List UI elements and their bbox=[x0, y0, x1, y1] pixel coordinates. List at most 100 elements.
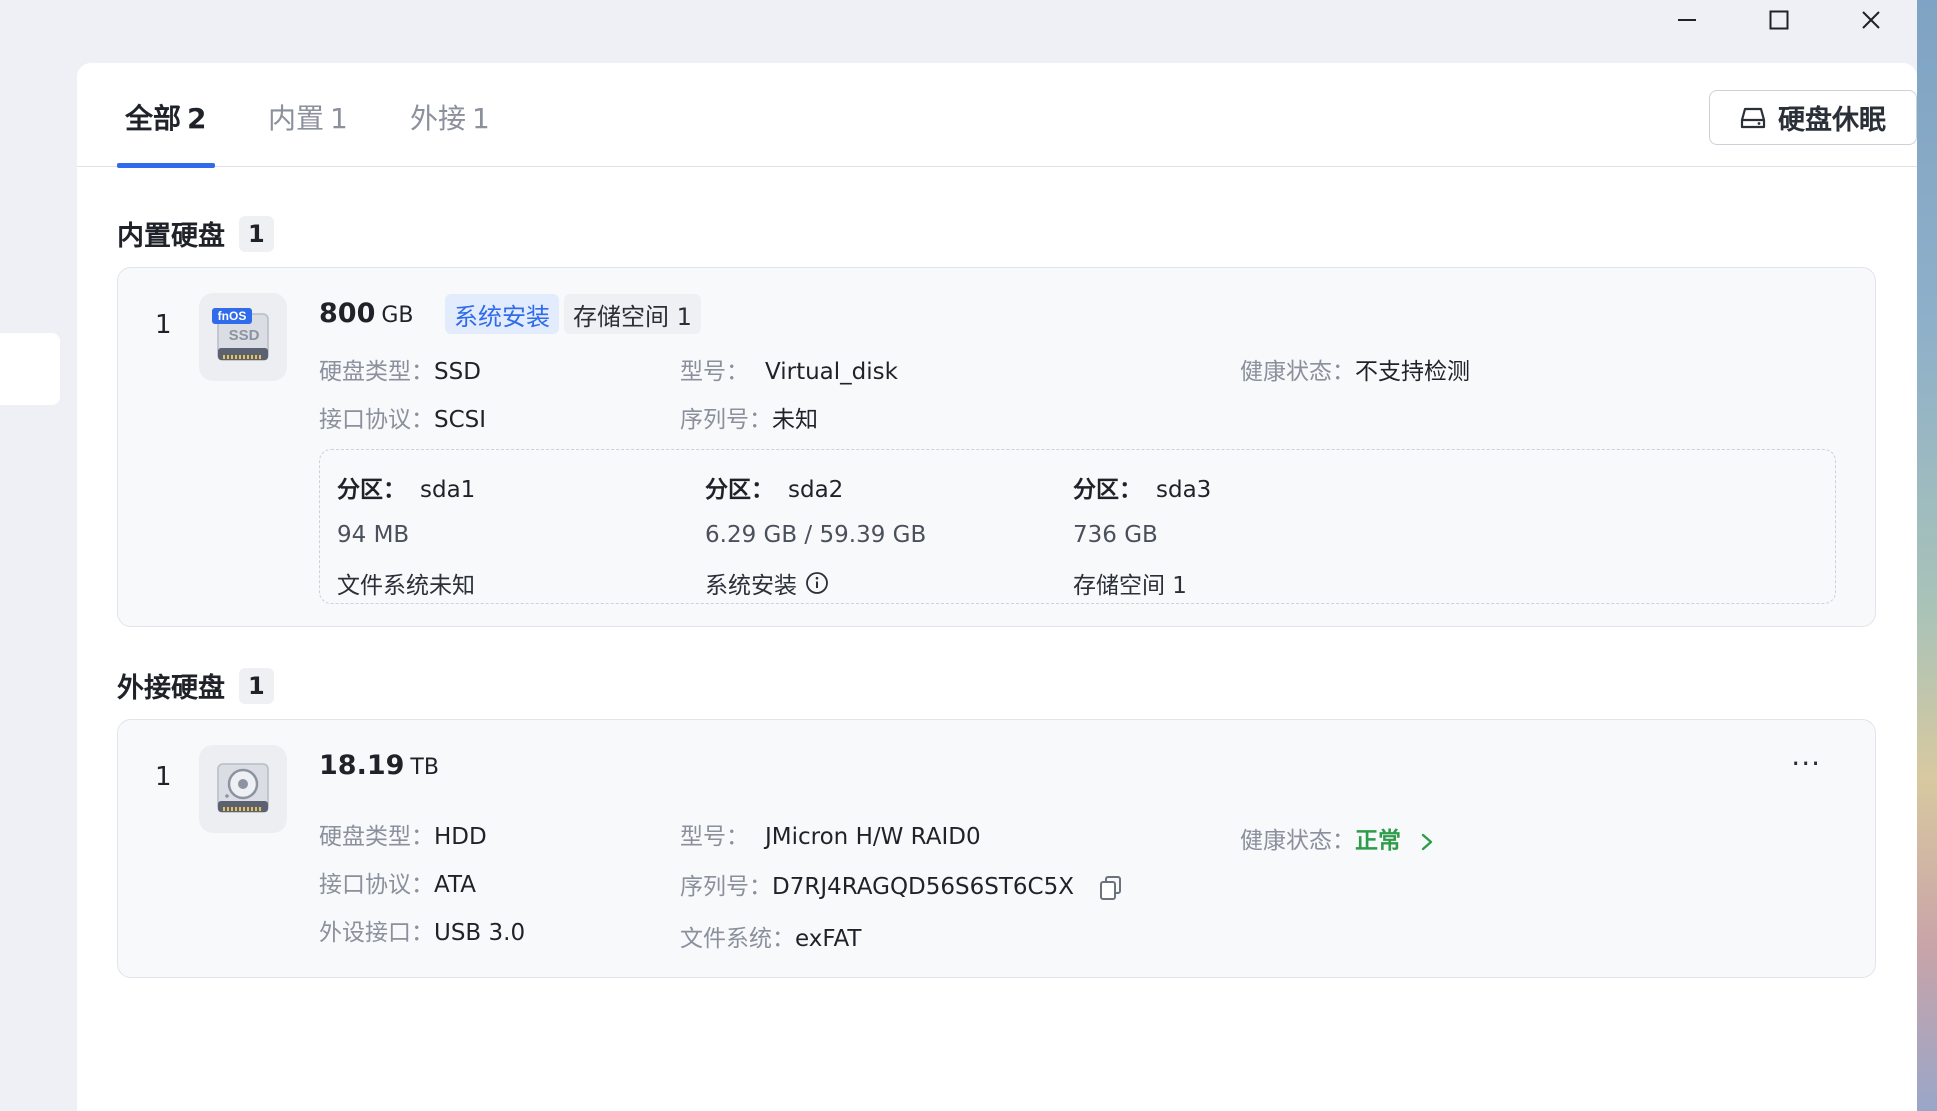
tab-all-count: 2 bbox=[187, 102, 207, 135]
tab-bar: 全部 2 内置 1 外接 1 硬盘休眠 bbox=[77, 63, 1917, 168]
external-disk-card[interactable]: 1 18.19 TB ··· 硬盘类型：HDD 型号： JMicron H/W … bbox=[117, 719, 1876, 978]
partition-name: sda2 bbox=[788, 477, 844, 503]
partition-filesystem: 存储空间 1 bbox=[1073, 573, 1187, 599]
ssd-icon: fnOS SSD bbox=[199, 293, 287, 381]
port-label: 外设接口： bbox=[319, 920, 434, 946]
serial-field: 序列号：D7RJ4RAGQD56S6ST6C5X bbox=[680, 867, 1123, 901]
protocol-value: SCSI bbox=[434, 407, 487, 433]
sidebar-remnant[interactable] bbox=[0, 333, 60, 405]
partition-filesystem: 文件系统未知 bbox=[337, 573, 475, 599]
capacity-value: 800 bbox=[319, 298, 376, 329]
health-value: 正常 bbox=[1355, 828, 1401, 854]
model-label: 型号： bbox=[680, 359, 749, 385]
protocol-label: 接口协议： bbox=[319, 872, 434, 898]
chevron-right-icon[interactable] bbox=[1420, 832, 1434, 852]
tab-external-label: 外接 bbox=[410, 102, 467, 135]
copy-icon[interactable] bbox=[1099, 875, 1123, 901]
window-controls bbox=[1641, 0, 1917, 40]
more-options-button[interactable]: ··· bbox=[1791, 750, 1821, 778]
model-field: 型号： Virtual_disk bbox=[680, 352, 898, 386]
partition-list: 分区： sda1 94 MB 文件系统未知 分区： sda2 6.29 GB / 5… bbox=[319, 449, 1836, 604]
partition-name: sda1 bbox=[420, 477, 476, 503]
serial-field: 序列号：未知 bbox=[680, 400, 818, 434]
partition-size: 6.29 GB / 59.39 GB bbox=[705, 522, 927, 548]
tab-all[interactable]: 全部 2 bbox=[117, 97, 214, 168]
disk-capacity: 18.19 TB bbox=[319, 750, 439, 781]
serial-value: 未知 bbox=[772, 407, 818, 433]
partition-name: sda3 bbox=[1156, 477, 1212, 503]
disk-type-value: HDD bbox=[434, 824, 487, 850]
close-icon bbox=[1862, 11, 1880, 29]
serial-value: D7RJ4RAGQD56S6ST6C5X bbox=[772, 874, 1074, 900]
disk-type-label: 硬盘类型： bbox=[319, 359, 434, 385]
partition-size: 94 MB bbox=[337, 522, 410, 548]
partition-filesystem: 系统安装 bbox=[705, 573, 797, 599]
internal-section-title: 内置硬盘 1 bbox=[117, 214, 274, 253]
external-section-label: 外接硬盘 bbox=[117, 673, 225, 704]
health-value: 不支持检测 bbox=[1355, 359, 1470, 385]
disk-type-field: 硬盘类型：HDD bbox=[319, 817, 487, 851]
disk-capacity: 800 GB bbox=[319, 298, 414, 329]
disk-management-panel: 全部 2 内置 1 外接 1 硬盘休眠 内置硬盘 1 1 fnOS SSD 80… bbox=[77, 63, 1917, 1111]
capacity-value: 18.19 bbox=[319, 750, 405, 781]
serial-label: 序列号： bbox=[680, 874, 772, 900]
minimize-icon bbox=[1678, 19, 1696, 21]
disk-sleep-button[interactable]: 硬盘休眠 bbox=[1709, 90, 1917, 145]
ssd-icon-badge: fnOS bbox=[218, 309, 247, 323]
maximize-icon bbox=[1769, 10, 1789, 30]
tab-internal[interactable]: 内置 1 bbox=[268, 97, 348, 167]
serial-label: 序列号： bbox=[680, 407, 772, 433]
info-icon[interactable] bbox=[805, 571, 829, 595]
model-field: 型号： JMicron H/W RAID0 bbox=[680, 817, 981, 851]
protocol-field: 接口协议：ATA bbox=[319, 865, 476, 899]
disk-type-label: 硬盘类型： bbox=[319, 824, 434, 850]
tab-external-count: 1 bbox=[472, 102, 490, 135]
health-label: 健康状态： bbox=[1240, 359, 1355, 385]
model-label: 型号： bbox=[680, 824, 749, 850]
partition-label: 分区： bbox=[705, 477, 774, 503]
ssd-icon-text: SSD bbox=[229, 327, 260, 344]
external-section-title: 外接硬盘 1 bbox=[117, 666, 274, 705]
tab-internal-label: 内置 bbox=[268, 102, 325, 135]
model-value: JMicron H/W RAID0 bbox=[765, 824, 981, 850]
tab-external[interactable]: 外接 1 bbox=[410, 97, 490, 167]
disk-type-value: SSD bbox=[434, 359, 481, 385]
port-value: USB 3.0 bbox=[434, 920, 526, 946]
model-value: Virtual_disk bbox=[765, 359, 898, 385]
maximize-button[interactable] bbox=[1733, 0, 1825, 40]
health-label: 健康状态： bbox=[1240, 828, 1355, 854]
protocol-label: 接口协议： bbox=[319, 407, 434, 433]
filesystem-field: 文件系统：exFAT bbox=[680, 919, 861, 953]
partition-item[interactable]: 分区： sda3 736 GB 存储空间 1 bbox=[1073, 470, 1393, 600]
disk-index: 1 bbox=[155, 762, 172, 792]
internal-section-label: 内置硬盘 bbox=[117, 221, 225, 252]
partition-label: 分区： bbox=[337, 477, 406, 503]
partition-item[interactable]: 分区： sda1 94 MB 文件系统未知 bbox=[337, 470, 657, 600]
health-field[interactable]: 健康状态：正常 bbox=[1240, 821, 1434, 855]
hard-drive-icon bbox=[1740, 107, 1766, 128]
close-button[interactable] bbox=[1825, 0, 1917, 40]
internal-disk-card[interactable]: 1 fnOS SSD 800 GB 系统安装 存储空间 1 硬盘类型：SSD 型… bbox=[117, 267, 1876, 627]
disk-type-field: 硬盘类型：SSD bbox=[319, 352, 481, 386]
partition-item[interactable]: 分区： sda2 6.29 GB / 59.39 GB 系统安装 bbox=[705, 470, 1025, 600]
capacity-unit: TB bbox=[410, 755, 439, 780]
filesystem-label: 文件系统： bbox=[680, 926, 795, 952]
partition-size: 736 GB bbox=[1073, 522, 1158, 548]
desktop-wallpaper-strip bbox=[1917, 0, 1937, 1111]
partition-label: 分区： bbox=[1073, 477, 1142, 503]
port-field: 外设接口：USB 3.0 bbox=[319, 913, 525, 947]
filesystem-value: exFAT bbox=[795, 926, 862, 952]
tag-system-install: 系统安装 bbox=[445, 294, 559, 334]
tab-internal-count: 1 bbox=[330, 102, 348, 135]
protocol-field: 接口协议：SCSI bbox=[319, 400, 486, 434]
internal-section-count: 1 bbox=[239, 215, 274, 252]
tab-all-label: 全部 bbox=[125, 102, 182, 135]
capacity-unit: GB bbox=[381, 303, 414, 328]
disk-index: 1 bbox=[155, 310, 172, 340]
minimize-button[interactable] bbox=[1641, 0, 1733, 40]
hdd-icon bbox=[199, 745, 287, 833]
external-section-count: 1 bbox=[239, 667, 274, 704]
health-field: 健康状态：不支持检测 bbox=[1240, 352, 1470, 386]
tag-storage-space: 存储空间 1 bbox=[564, 294, 701, 334]
disk-sleep-label: 硬盘休眠 bbox=[1778, 105, 1886, 136]
